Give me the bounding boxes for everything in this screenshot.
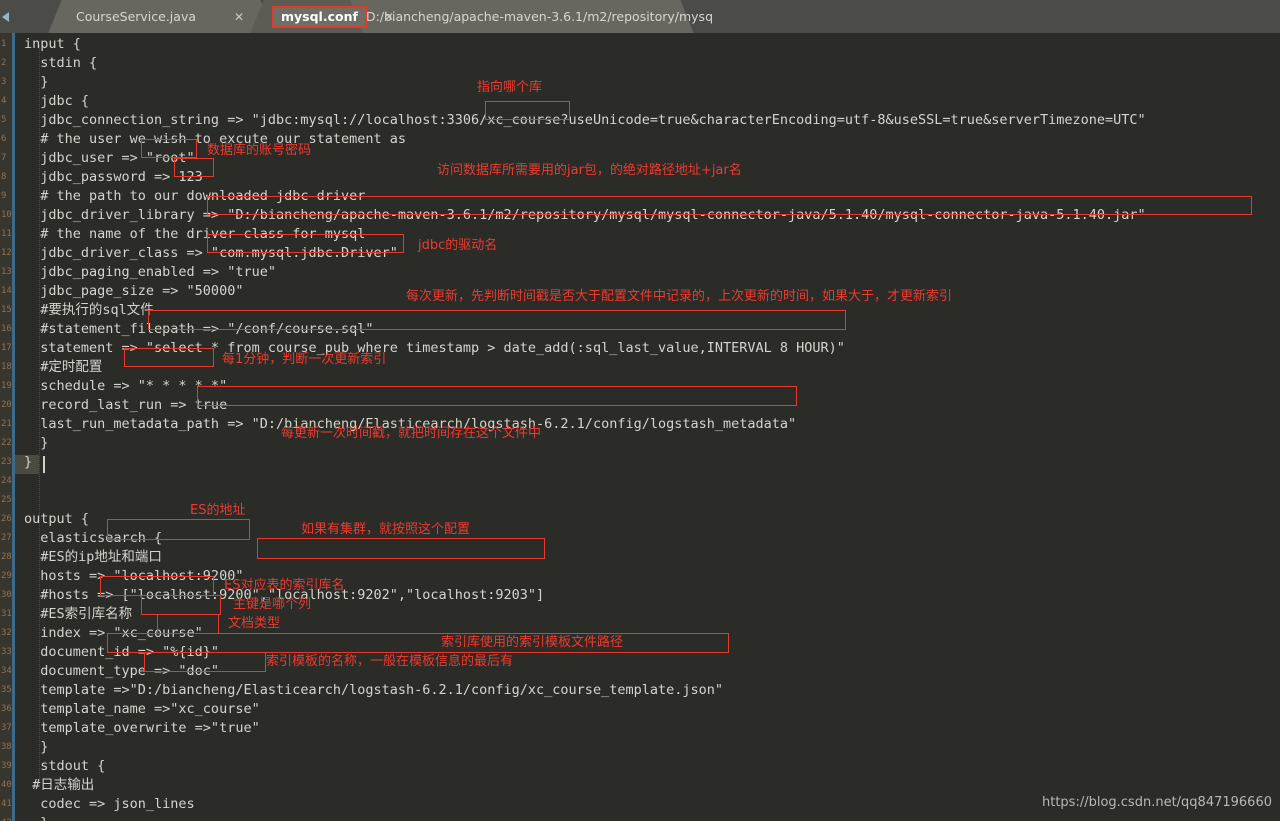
code-line: template_name =>"xc_course" [24, 701, 260, 717]
code-line: template =>"D:/biancheng/Elasticearch/lo… [24, 682, 723, 698]
code-editor[interactable]: 1 2 3 4 5 6 7 8 9 10 11 12 13 14 15 16 17 18 19 20 21 22 23 24 2… [0, 33, 1280, 821]
tab-course-service-java[interactable]: CourseService.java ✕ [48, 0, 274, 33]
code-line: statement => "select * from course_pub w… [24, 340, 845, 356]
anno-timestamp-check: 每次更新，先判断时间戳是否大于配置文件中记录的，上次更新的时间，如果大于，才更新… [406, 289, 953, 304]
anno-jar-path: 访问数据库所需要用的jar包，的绝对路径地址+jar名 [437, 163, 742, 178]
anno-jdbc-driver: jdbc的驱动名 [418, 238, 498, 253]
code-line: index => "xc_course" [24, 625, 203, 641]
tab-scroll-left-icon[interactable] [2, 12, 9, 22]
anno-cluster: 如果有集群，就按照这个配置 [301, 522, 471, 537]
code-line: jdbc { [24, 93, 90, 109]
code-line: hosts => "localhost:9200" [24, 568, 244, 584]
code-line: jdbc_user => "root" [24, 150, 195, 166]
code-line: #ES的ip地址和端口 [24, 549, 162, 565]
code-line: #ES索引库名称 [24, 606, 133, 622]
code-line: jdbc_password => 123 [24, 169, 203, 185]
code-line: #日志输出 [24, 777, 95, 793]
tab-label: mysql.conf [272, 5, 367, 28]
code-line: elasticsearch { [24, 530, 163, 546]
code-line: record_last_run => true [24, 397, 228, 413]
code-line: jdbc_paging_enabled => "true" [24, 264, 276, 280]
anno-index-name: ES对应表的索引库名 [224, 578, 345, 593]
anno-schedule: 每1分钟，判断一次更新索引 [222, 352, 387, 367]
code-line: #定时配置 [24, 359, 103, 375]
code-line: template_overwrite =>"true" [24, 720, 260, 736]
tab-close-icon[interactable]: ✕ [234, 10, 244, 24]
code-content[interactable]: input { stdin { } jdbc { jdbc_connection… [0, 33, 1280, 821]
tab-label: CourseService.java [76, 9, 197, 24]
code-line: stdout { [24, 758, 106, 774]
code-line: jdbc_page_size => "50000" [24, 283, 244, 299]
code-line: # the path to our downloaded jdbc driver [24, 188, 366, 204]
anno-es-address: ES的地址 [190, 503, 246, 518]
code-line: document_id => "%{id}" [24, 644, 220, 660]
code-line: # the name of the driver class for mysql [24, 226, 366, 242]
anno-doc-type: 文档类型 [228, 616, 281, 631]
code-line: jdbc_driver_library => "D:/biancheng/apa… [24, 207, 1146, 223]
code-line: jdbc_connection_string => "jdbc:mysql://… [24, 112, 1146, 128]
code-line: codec => json_lines [24, 796, 195, 812]
editor-tab-bar: CourseService.java ✕ mysql.conf ✕ D:/bia… [0, 0, 1280, 33]
code-line: #statement_filepath => "/conf/course.sql… [24, 321, 374, 337]
anno-which-db: 指向哪个库 [477, 80, 543, 95]
editor-window: CourseService.java ✕ mysql.conf ✕ D:/bia… [0, 0, 1280, 821]
code-line: } [24, 435, 49, 451]
anno-primary-key: 主键是哪个列 [233, 597, 312, 612]
tab-close-icon[interactable]: ✕ [384, 10, 394, 24]
code-line: schedule => "* * * * *" [24, 378, 228, 394]
code-line: } [24, 739, 49, 755]
anno-db-user-pass: 数据库的账号密码 [207, 143, 312, 158]
code-line: } [24, 74, 49, 90]
code-line: stdin { [24, 55, 98, 71]
anno-template-name: 索引模板的名称，一般在模板信息的最后有 [266, 654, 514, 669]
watermark: https://blog.csdn.net/qq847196660 [1041, 795, 1272, 810]
tab-label: D:/biancheng/apache-maven-3.6.1/m2/repos… [366, 9, 713, 24]
code-line: } [24, 814, 48, 821]
code-line: #要执行的sql文件 [24, 302, 154, 318]
code-line: jdbc_driver_class => "com.mysql.jdbc.Dri… [24, 245, 398, 261]
code-line: output { [24, 511, 90, 527]
anno-template-path: 索引库使用的索引模板文件路径 [441, 635, 624, 650]
tab-mysql-conf[interactable]: mysql.conf ✕ [250, 0, 394, 33]
code-line: input { [24, 36, 81, 52]
code-line: } [24, 454, 33, 470]
code-line: document_type => "doc" [24, 663, 220, 679]
anno-metadata-file: 每更新一次时间戳，就把时间存在这个文件中 [281, 426, 542, 441]
